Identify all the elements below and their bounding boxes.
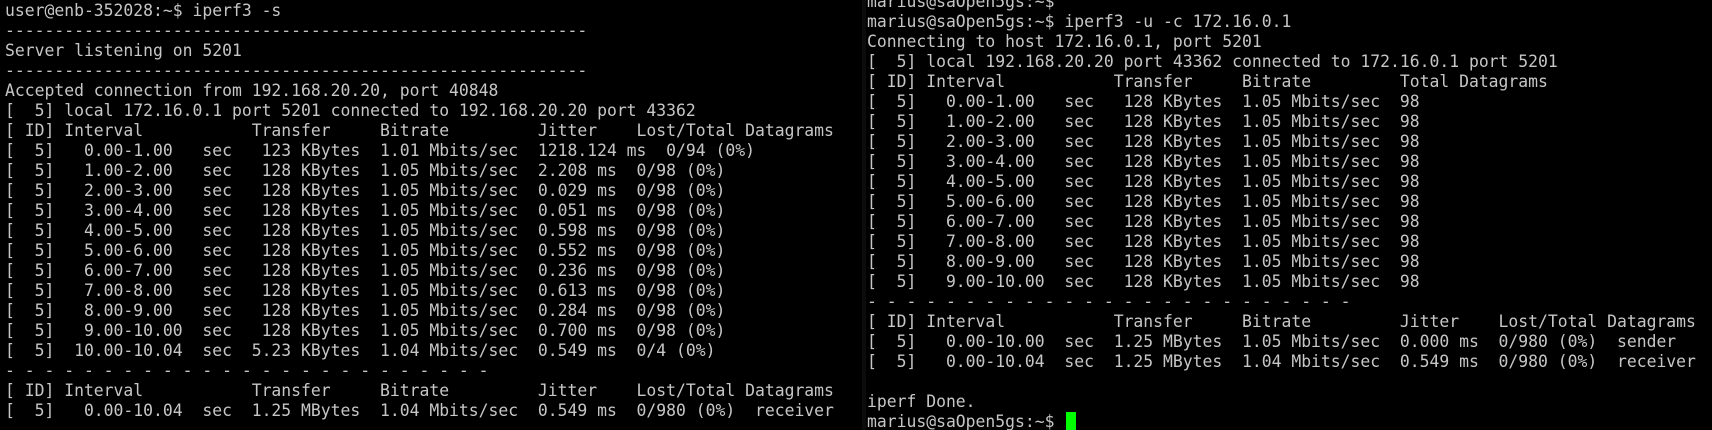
terminal-line: - - - - - - - - - - - - - - - - - - - - … xyxy=(867,292,1351,311)
terminal-line: [ 5] 0.00-10.04 sec 1.25 MBytes 1.04 Mbi… xyxy=(867,352,1696,371)
terminal-line: [ 5] 10.00-10.04 sec 5.23 KBytes 1.04 Mb… xyxy=(5,341,716,360)
terminal-line: [ 5] 1.00-2.00 sec 128 KBytes 1.05 Mbits… xyxy=(867,112,1420,131)
terminal-line: [ 5] 6.00-7.00 sec 128 KBytes 1.05 Mbits… xyxy=(867,212,1420,231)
text-cursor xyxy=(1066,412,1077,430)
terminal-line: [ 5] 0.00-10.00 sec 1.25 MBytes 1.05 Mbi… xyxy=(867,332,1677,351)
terminal-line: [ 5] 1.00-2.00 sec 128 KBytes 1.05 Mbits… xyxy=(5,161,726,180)
terminal-line: [ 5] 5.00-6.00 sec 128 KBytes 1.05 Mbits… xyxy=(867,192,1420,211)
terminal-line: [ 5] 6.00-7.00 sec 128 KBytes 1.05 Mbits… xyxy=(5,261,726,280)
terminal-line: Accepted connection from 192.168.20.20, … xyxy=(5,81,499,100)
terminal-line: [ 5] 9.00-10.00 sec 128 KBytes 1.05 Mbit… xyxy=(5,321,726,340)
terminal-line: [ 5] 4.00-5.00 sec 128 KBytes 1.05 Mbits… xyxy=(5,221,726,240)
terminal-line: [ 5] 9.00-10.00 sec 128 KBytes 1.05 Mbit… xyxy=(867,272,1420,291)
terminal-line: marius@saOpen5gs:~$ xyxy=(867,0,1055,11)
terminal-line: [ 5] 2.00-3.00 sec 128 KBytes 1.05 Mbits… xyxy=(5,181,726,200)
terminal-line: [ ID] Interval Transfer Bitrate Jitter L… xyxy=(867,312,1696,331)
terminal-line: [ 5] 3.00-4.00 sec 128 KBytes 1.05 Mbits… xyxy=(867,152,1420,171)
terminal-line: Connecting to host 172.16.0.1, port 5201 xyxy=(867,32,1262,51)
terminal-line: [ 5] 0.00-1.00 sec 123 KBytes 1.01 Mbits… xyxy=(5,141,755,160)
terminal-line: [ 5] 4.00-5.00 sec 128 KBytes 1.05 Mbits… xyxy=(867,172,1420,191)
terminal-line: [ 5] 0.00-1.00 sec 128 KBytes 1.05 Mbits… xyxy=(867,92,1420,111)
terminal-line: ----------------------------------------… xyxy=(5,21,588,40)
terminal-line: [ 5] 5.00-6.00 sec 128 KBytes 1.05 Mbits… xyxy=(5,241,726,260)
terminal-line: Server listening on 5201 xyxy=(5,41,242,60)
server-terminal-pane[interactable]: user@enb-352028:~$ iperf3 -s ------------… xyxy=(0,0,862,430)
server-terminal-output: user@enb-352028:~$ iperf3 -s ------------… xyxy=(0,1,862,421)
client-terminal-pane[interactable]: marius@saOpen5gs:~$ marius@saOpen5gs:~$ i… xyxy=(866,0,1712,430)
terminal-line: [ ID] Interval Transfer Bitrate Jitter L… xyxy=(5,121,834,140)
shell-prompt-line[interactable]: marius@saOpen5gs:~$ xyxy=(867,412,1712,430)
terminal-line: user@enb-352028:~$ iperf3 -s xyxy=(5,1,282,20)
terminal-line: [ 5] local 192.168.20.20 port 43362 conn… xyxy=(867,52,1558,71)
terminal-line: [ 5] 0.00-10.04 sec 1.25 MBytes 1.04 Mbi… xyxy=(5,401,834,420)
shell-prompt: marius@saOpen5gs:~$ xyxy=(867,412,1065,430)
terminal-line: iperf Done. xyxy=(867,392,976,411)
terminal-line: [ 5] local 172.16.0.1 port 5201 connecte… xyxy=(5,101,696,120)
terminal-line: ----------------------------------------… xyxy=(5,61,588,80)
terminal-line: [ 5] 8.00-9.00 sec 128 KBytes 1.05 Mbits… xyxy=(867,252,1420,271)
terminal-line: [ 5] 3.00-4.00 sec 128 KBytes 1.05 Mbits… xyxy=(5,201,726,220)
terminal-line: [ 5] 8.00-9.00 sec 128 KBytes 1.05 Mbits… xyxy=(5,301,726,320)
terminal-line: - - - - - - - - - - - - - - - - - - - - … xyxy=(5,361,489,380)
terminal-line: [ ID] Interval Transfer Bitrate Jitter L… xyxy=(5,381,834,400)
terminal-line: [ 5] 2.00-3.00 sec 128 KBytes 1.05 Mbits… xyxy=(867,132,1420,151)
terminal-line: marius@saOpen5gs:~$ iperf3 -u -c 172.16.… xyxy=(867,12,1292,31)
terminal-line: [ ID] Interval Transfer Bitrate Total Da… xyxy=(867,72,1548,91)
client-terminal-output: marius@saOpen5gs:~$ marius@saOpen5gs:~$ i… xyxy=(866,0,1712,430)
terminal-line: [ 5] 7.00-8.00 sec 128 KBytes 1.05 Mbits… xyxy=(867,232,1420,251)
terminal-line: [ 5] 7.00-8.00 sec 128 KBytes 1.05 Mbits… xyxy=(5,281,726,300)
